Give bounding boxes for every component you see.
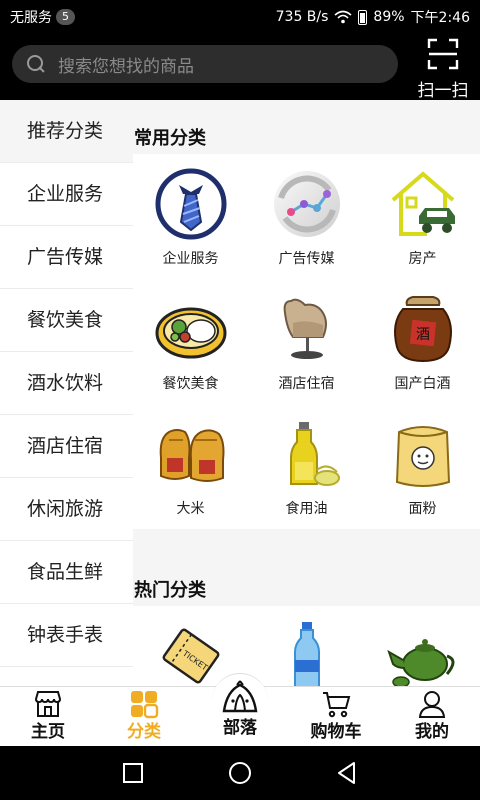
system-nav-bar — [0, 746, 480, 800]
person-icon — [418, 691, 446, 718]
hot-tile-water[interactable] — [249, 606, 364, 686]
sidebar-item-food[interactable]: 餐饮美食 — [0, 289, 133, 352]
rice-sack-icon — [159, 429, 225, 482]
category-tile-enterprise[interactable]: 企业服务 — [133, 154, 248, 279]
search-icon — [26, 54, 46, 74]
tab-label: 我的 — [415, 722, 449, 742]
tie-icon — [155, 168, 227, 240]
store-icon — [34, 691, 62, 717]
category-label: 食用油 — [285, 501, 328, 517]
category-tile-hotel[interactable]: 酒店住宿 — [249, 279, 364, 404]
category-label: 面粉 — [408, 501, 437, 517]
tab-label: 部落 — [223, 718, 257, 738]
water-bottle-icon — [294, 622, 320, 686]
tab-category[interactable]: 分类 — [96, 687, 192, 747]
hot-category-grid: TICKET — [133, 606, 480, 686]
search-input[interactable]: 搜索您想找的商品 — [12, 45, 398, 83]
category-tile-food[interactable]: 餐饮美食 — [133, 279, 248, 404]
tab-profile[interactable]: 我的 — [384, 687, 480, 747]
category-tile-rice[interactable]: 大米 — [133, 404, 248, 529]
back-triangle-icon[interactable] — [334, 760, 360, 786]
sidebar-item-recommended[interactable]: 推荐分类 — [0, 100, 133, 163]
category-label: 大米 — [176, 501, 205, 517]
scan-button[interactable]: 扫一扫 — [412, 34, 474, 101]
sidebar-item-drinks[interactable]: 酒水饮料 — [0, 352, 133, 415]
tab-tribe[interactable]: 部落 — [192, 680, 288, 747]
home-circle-icon[interactable] — [227, 760, 253, 786]
tab-label: 分类 — [127, 722, 161, 742]
hot-section-title: 热门分类 — [134, 580, 206, 601]
sidebar-item-fresh-food[interactable]: 食品生鲜 — [0, 541, 133, 604]
house-car-icon — [391, 171, 455, 236]
category-label: 酒店住宿 — [278, 376, 335, 392]
sidebar-item-watches[interactable]: 钟表手表 — [0, 604, 133, 667]
flour-bag-icon — [395, 426, 451, 487]
tab-home[interactable]: 主页 — [0, 687, 96, 747]
header: 搜索您想找的商品 扫一扫 — [0, 32, 480, 101]
notification-badge: 5 — [56, 9, 75, 25]
scan-icon — [427, 38, 459, 70]
battery-icon — [358, 9, 368, 25]
search-placeholder: 搜索您想找的商品 — [58, 56, 194, 77]
category-label: 广告传媒 — [278, 251, 335, 267]
liquor-jar-icon: 酒 — [394, 296, 452, 363]
scan-label: 扫一扫 — [417, 81, 469, 101]
media-icon — [274, 171, 340, 237]
category-grid-icon — [131, 691, 159, 719]
category-label: 国产白酒 — [394, 376, 451, 392]
category-label: 餐饮美食 — [162, 376, 219, 392]
battery-level: 89% — [373, 9, 405, 25]
bottom-tab-bar: 主页 分类 部落 购物车 我的 — [0, 673, 480, 747]
content-area: 推荐分类 企业服务 广告传媒 餐饮美食 酒水饮料 酒店住宿 休闲旅游 食品生鲜 … — [0, 100, 480, 686]
tab-cart[interactable]: 购物车 — [288, 687, 384, 747]
oil-bottle-icon — [290, 422, 340, 486]
recent-apps-icon[interactable] — [120, 760, 146, 786]
teapot-icon — [387, 639, 455, 686]
category-tile-flour[interactable]: 面粉 — [365, 404, 480, 529]
common-category-grid: 企业服务 广告传媒 房产 餐饮美食 酒店住宿 酒 国产白酒 大米 食用油 面粉 — [133, 154, 480, 529]
category-tile-real-estate[interactable]: 房产 — [365, 154, 480, 279]
category-tile-liquor[interactable]: 酒 国产白酒 — [365, 279, 480, 404]
carrier-text: 无服务 — [10, 10, 52, 26]
category-sidebar: 推荐分类 企业服务 广告传媒 餐饮美食 酒水饮料 酒店住宿 休闲旅游 食品生鲜 … — [0, 100, 133, 686]
svg-text:酒: 酒 — [416, 327, 430, 343]
sidebar-item-enterprise[interactable]: 企业服务 — [0, 163, 133, 226]
category-tile-oil[interactable]: 食用油 — [249, 404, 364, 529]
armchair-icon — [283, 298, 327, 359]
sidebar-item-travel[interactable]: 休闲旅游 — [0, 478, 133, 541]
status-bar: 无服务 5 735 B/s 89% 下午2:46 — [0, 0, 480, 32]
category-main: 常用分类 企业服务 广告传媒 房产 餐饮美食 酒店住宿 酒 国产白酒 大米 食用… — [133, 100, 480, 686]
tent-icon — [222, 680, 258, 713]
food-plate-icon — [155, 307, 227, 359]
clock: 下午2:46 — [410, 10, 470, 26]
category-tile-advertising[interactable]: 广告传媒 — [249, 154, 364, 279]
network-speed: 735 B/s — [275, 9, 329, 25]
category-label: 企业服务 — [162, 251, 219, 267]
tab-label: 购物车 — [310, 722, 362, 742]
ticket-icon: TICKET — [162, 628, 220, 684]
sidebar-item-hotel[interactable]: 酒店住宿 — [0, 415, 133, 478]
tab-label: 主页 — [31, 722, 65, 742]
wifi-icon — [334, 10, 352, 24]
category-label: 房产 — [408, 251, 437, 267]
sidebar-item-advertising[interactable]: 广告传媒 — [0, 226, 133, 289]
hot-tile-tea[interactable] — [365, 606, 480, 686]
cart-icon — [323, 692, 351, 718]
common-section-title: 常用分类 — [134, 128, 206, 149]
